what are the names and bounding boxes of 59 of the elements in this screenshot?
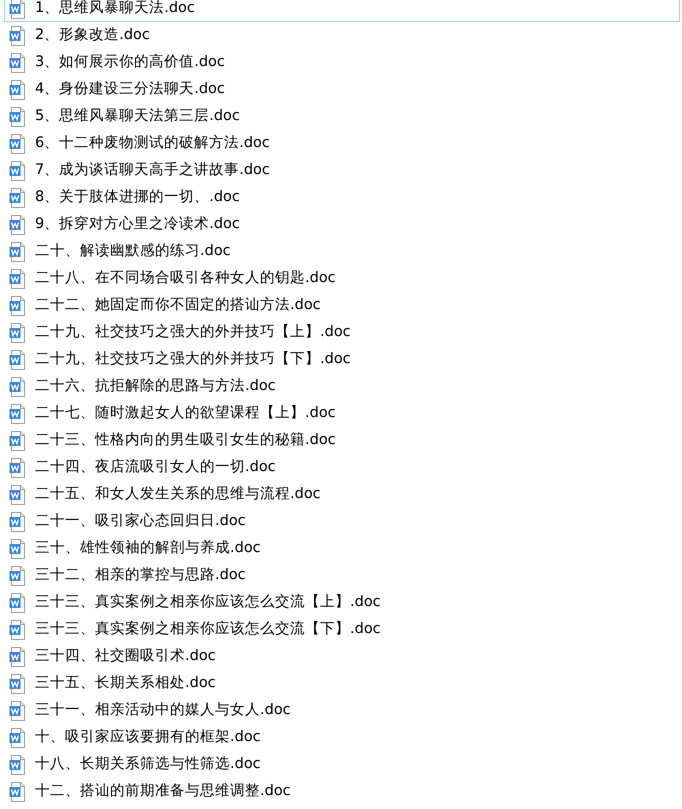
word-document-icon — [9, 782, 27, 802]
file-item[interactable]: 三十一、相亲活动中的媒人与女人.doc — [4, 697, 680, 724]
file-item[interactable]: 三十三、真实案例之相亲你应该怎么交流【下】.doc — [4, 616, 680, 643]
file-item[interactable]: 十、吸引家应该要拥有的框架.doc — [4, 724, 680, 751]
word-document-icon — [9, 674, 27, 694]
word-document-icon — [9, 376, 27, 396]
file-item[interactable]: 8、关于肢体进挪的一切、.doc — [4, 184, 680, 211]
word-document-icon — [9, 80, 27, 100]
file-item[interactable]: 3、如何展示你的高价值.doc — [4, 49, 680, 76]
file-item[interactable]: 7、成为谈话聊天高手之讲故事.doc — [4, 157, 680, 184]
word-document-icon — [9, 700, 27, 720]
word-document-icon — [9, 728, 27, 748]
file-item[interactable]: 二十一、吸引家心态回归日.doc — [4, 508, 680, 535]
word-document-icon — [9, 592, 27, 612]
file-item[interactable]: 三十二、相亲的掌控与思路.doc — [4, 562, 680, 589]
file-item[interactable]: 6、十二种废物测试的破解方法.doc — [4, 130, 680, 157]
word-document-icon — [9, 566, 27, 586]
word-document-icon — [9, 646, 27, 666]
word-document-icon — [9, 106, 27, 126]
file-item[interactable]: 5、思维风暴聊天法第三层.doc — [4, 103, 680, 130]
file-item[interactable]: 二十五、和女人发生关系的思维与流程.doc — [4, 481, 680, 508]
word-document-icon — [9, 268, 27, 288]
word-document-icon — [9, 430, 27, 450]
word-document-icon — [9, 52, 27, 72]
word-document-icon — [9, 26, 27, 46]
file-item[interactable]: 十八、长期关系筛选与性筛选.doc — [4, 751, 680, 778]
file-item[interactable]: 三十三、真实案例之相亲你应该怎么交流【上】.doc — [4, 589, 680, 616]
word-document-icon — [9, 214, 27, 234]
word-document-icon — [9, 512, 27, 532]
word-document-icon — [9, 620, 27, 640]
word-document-icon — [9, 350, 27, 370]
word-document-icon — [9, 296, 27, 316]
word-document-icon — [9, 188, 27, 208]
word-document-icon — [9, 404, 27, 424]
word-document-icon — [9, 242, 27, 262]
word-document-icon — [9, 458, 27, 478]
file-item[interactable]: 二十二、她固定而你不固定的搭讪方法.doc — [4, 292, 680, 319]
file-item[interactable]: 2、形象改造.doc — [4, 22, 680, 49]
file-item[interactable]: 二十九、社交技巧之强大的外并技巧【上】.doc — [4, 319, 680, 346]
word-document-icon — [9, 538, 27, 558]
file-item[interactable]: 二十七、随时激起女人的欲望课程【上】.doc — [4, 400, 680, 427]
word-document-icon — [9, 0, 27, 18]
word-document-icon — [9, 754, 27, 774]
file-item[interactable]: 十二、搭讪的前期准备与思维调整.doc — [4, 778, 680, 805]
file-item[interactable]: 二十九、社交技巧之强大的外并技巧【下】.doc — [4, 346, 680, 373]
file-item[interactable]: 三十五、长期关系相处.doc — [4, 670, 680, 697]
word-document-icon — [9, 484, 27, 504]
file-item[interactable]: 三十、雄性领袖的解剖与养成.doc — [4, 535, 680, 562]
file-item[interactable]: 二十三、性格内向的男生吸引女生的秘籍.doc — [4, 427, 680, 454]
word-document-icon — [9, 322, 27, 342]
file-item[interactable]: 4、身份建设三分法聊天.doc — [4, 76, 680, 103]
word-document-icon — [9, 134, 27, 154]
file-item[interactable]: 二十、解读幽默感的练习.doc — [4, 238, 680, 265]
file-item[interactable]: 二十八、在不同场合吸引各种女人的钥匙.doc — [4, 265, 680, 292]
word-document-icon — [9, 160, 27, 180]
file-item[interactable]: 三十四、社交圈吸引术.doc — [4, 643, 680, 670]
file-item[interactable]: 二十四、夜店流吸引女人的一切.doc — [4, 454, 680, 481]
file-item[interactable]: 9、拆穿对方心里之冷读术.doc — [4, 211, 680, 238]
file-item[interactable]: 二十六、抗拒解除的思路与方法.doc — [4, 373, 680, 400]
